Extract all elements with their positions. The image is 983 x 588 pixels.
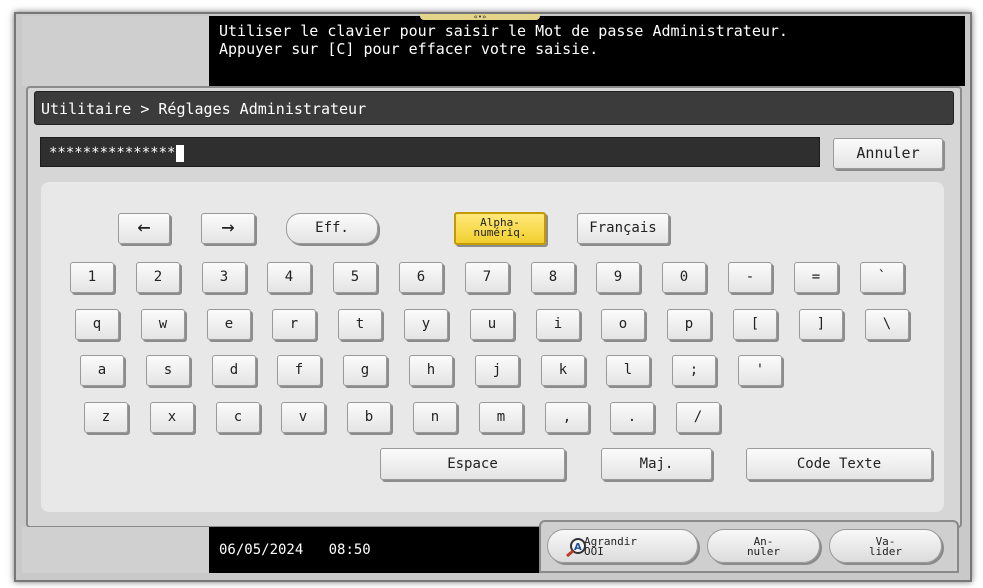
key-row3-6[interactable]: j	[475, 355, 519, 386]
clear-button[interactable]: Eff.	[286, 213, 378, 244]
validate-button[interactable]: Va-lider	[829, 529, 942, 563]
key-row1-0[interactable]: 1	[70, 262, 114, 293]
key-row3-4[interactable]: g	[343, 355, 387, 386]
status-bar: 06/05/2024 08:50	[209, 527, 539, 573]
top-left-blank	[22, 16, 209, 86]
key-row3-10[interactable]: '	[738, 355, 782, 386]
key-row3-7[interactable]: k	[541, 355, 585, 386]
key-row1-11[interactable]: =	[794, 262, 838, 293]
mode-label-2: numériq.	[473, 226, 527, 239]
key-row3-8[interactable]: l	[606, 355, 650, 386]
key-row3-1[interactable]: s	[146, 355, 190, 386]
key-row1-9[interactable]: 0	[662, 262, 706, 293]
status-time: 08:50	[328, 542, 371, 558]
svg-text:A: A	[574, 542, 582, 553]
key-row3-2[interactable]: d	[212, 355, 256, 386]
space-key[interactable]: Espace	[380, 448, 565, 480]
status-date: 06/05/2024	[219, 542, 304, 558]
key-row2-9[interactable]: p	[667, 309, 711, 340]
breadcrumb: Utilitaire > Réglages Administrateur	[34, 91, 954, 125]
key-row2-6[interactable]: u	[470, 309, 514, 340]
cancel-label-2: nuler	[746, 545, 781, 558]
arrow-left-button[interactable]: ←	[118, 213, 170, 244]
code-text-key[interactable]: Code Texte	[746, 448, 932, 480]
alphanumeric-mode-button[interactable]: Alpha-numériq.	[454, 212, 546, 245]
key-row2-0[interactable]: q	[75, 309, 119, 340]
message-line-1: Utiliser le clavier pour saisir le Mot d…	[219, 22, 788, 40]
arrow-right-button[interactable]: →	[201, 213, 255, 244]
magnifier-icon: A	[566, 538, 586, 557]
key-row4-1[interactable]: x	[150, 402, 194, 433]
key-row4-0[interactable]: z	[84, 402, 128, 433]
key-row1-7[interactable]: 8	[531, 262, 575, 293]
key-row4-6[interactable]: m	[479, 402, 523, 433]
key-row1-4[interactable]: 5	[333, 262, 377, 293]
validate-label-2: lider	[868, 545, 903, 558]
text-cursor	[176, 144, 185, 162]
key-row1-12[interactable]: `	[860, 262, 904, 293]
key-row4-8[interactable]: .	[610, 402, 654, 433]
instruction-message: Utiliser le clavier pour saisir le Mot d…	[209, 16, 965, 86]
key-row2-3[interactable]: r	[272, 309, 316, 340]
cancel-input-button[interactable]: Annuler	[833, 138, 943, 169]
shift-key[interactable]: Maj.	[601, 448, 712, 480]
key-row2-7[interactable]: i	[536, 309, 580, 340]
key-row3-0[interactable]: a	[80, 355, 124, 386]
key-row2-8[interactable]: o	[601, 309, 645, 340]
password-input[interactable]: ***************	[40, 137, 820, 167]
key-row1-10[interactable]: -	[728, 262, 772, 293]
language-button[interactable]: Français	[577, 213, 669, 244]
key-row4-7[interactable]: ,	[545, 402, 589, 433]
message-line-2: Appuyer sur [C] pour effacer votre saisi…	[219, 40, 599, 58]
key-row4-9[interactable]: /	[676, 402, 720, 433]
enlarge-button[interactable]: A Agrandir OOI	[547, 529, 698, 563]
key-row2-10[interactable]: [	[733, 309, 777, 340]
key-row3-3[interactable]: f	[277, 355, 321, 386]
key-row4-5[interactable]: n	[413, 402, 457, 433]
key-row1-2[interactable]: 3	[202, 262, 246, 293]
key-row1-6[interactable]: 7	[465, 262, 509, 293]
key-row1-8[interactable]: 9	[596, 262, 640, 293]
key-row1-5[interactable]: 6	[399, 262, 443, 293]
key-row2-2[interactable]: e	[207, 309, 251, 340]
bottom-left-blank	[22, 527, 209, 573]
cancel-footer-button[interactable]: An-nuler	[707, 529, 820, 563]
key-row2-5[interactable]: y	[404, 309, 448, 340]
key-row4-2[interactable]: c	[216, 402, 260, 433]
password-value: ***************	[49, 145, 176, 161]
key-row4-4[interactable]: b	[347, 402, 391, 433]
key-row2-11[interactable]: ]	[799, 309, 843, 340]
key-row1-3[interactable]: 4	[267, 262, 311, 293]
key-row4-3[interactable]: v	[281, 402, 325, 433]
key-row2-4[interactable]: t	[338, 309, 382, 340]
key-row3-5[interactable]: h	[409, 355, 453, 386]
key-row2-1[interactable]: w	[141, 309, 185, 340]
key-row2-12[interactable]: \	[865, 309, 909, 340]
key-row3-9[interactable]: ;	[672, 355, 716, 386]
key-row1-1[interactable]: 2	[136, 262, 180, 293]
message-tab-handle[interactable]: «•»	[420, 14, 540, 21]
